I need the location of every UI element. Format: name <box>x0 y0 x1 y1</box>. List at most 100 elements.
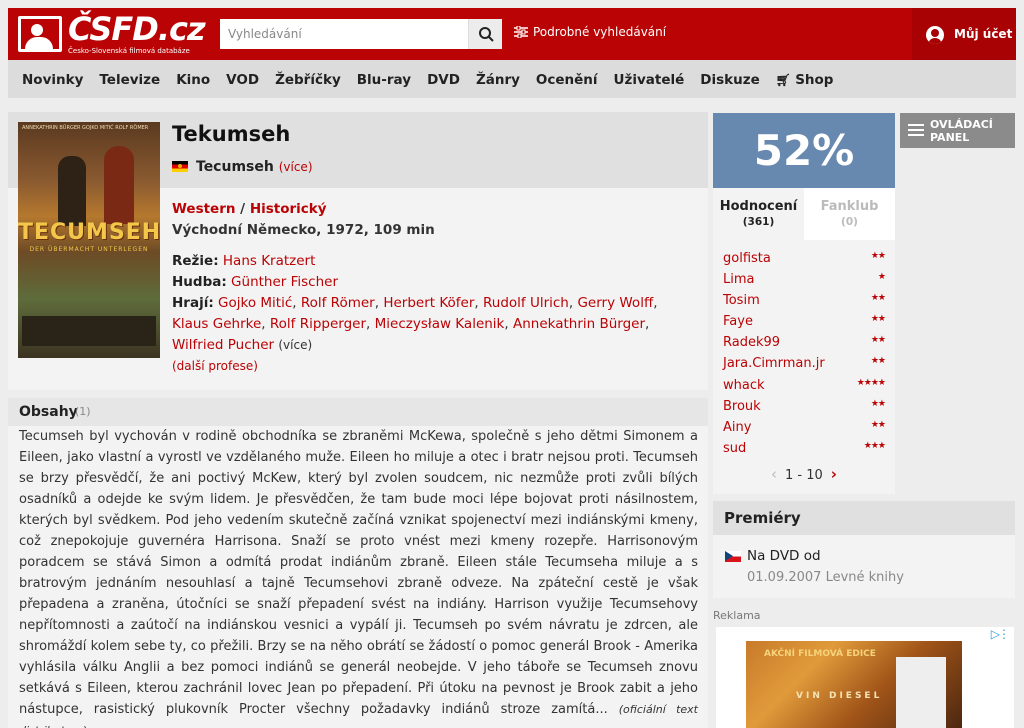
user-link[interactable]: Radek99 <box>723 335 780 350</box>
logo-tagline: Česko-Slovenská filmová databáze <box>68 47 190 55</box>
rating-percent: 52% <box>713 113 895 188</box>
plot-section: Obsahy (1) Tecumseh byl vychován v rodin… <box>8 398 708 728</box>
film-title: Tekumseh <box>172 122 291 146</box>
user-link[interactable]: Brouk <box>723 399 761 414</box>
nav-item-zanry[interactable]: Žánry <box>476 60 520 100</box>
genres: Western / Historický <box>172 201 327 217</box>
rating-tabs: Hodnocení (361) Fanklub (0) <box>713 188 895 240</box>
film-origin: Východní Německo, 1972, 109 min <box>172 222 435 238</box>
chevron-right-icon[interactable]: › <box>831 465 837 483</box>
plot-text-block: Tecumseh byl vychován v rodině obchodník… <box>19 426 698 728</box>
nav-item-zebricky[interactable]: Žebříčky <box>275 60 341 100</box>
genre-link[interactable]: Western <box>172 201 235 217</box>
user-ratings-list: golfista ★★ Lima ★ Tosim ★★ Faye ★★ Radek99 ★… <box>713 249 895 460</box>
nav-item-kino[interactable]: Kino <box>176 60 210 100</box>
user-link[interactable]: Lima <box>723 272 754 287</box>
nav-item-shop[interactable]: 🛒︎ Shop <box>776 60 834 100</box>
nav-item-dvd[interactable]: DVD <box>427 60 460 100</box>
actor-link[interactable]: Rolf Ripperger <box>270 316 366 332</box>
nav-item-novinky[interactable]: Novinky <box>22 60 83 100</box>
search-input[interactable] <box>220 19 468 49</box>
user-link[interactable]: golfista <box>723 251 771 266</box>
tab-fanclub[interactable]: Fanklub (0) <box>804 188 895 240</box>
nav-item-vod[interactable]: VOD <box>226 60 259 100</box>
user-rating-item: sud ★★★ <box>713 439 895 460</box>
nav-item-oceneni[interactable]: Ocenění <box>536 60 598 100</box>
nav-item-bluray[interactable]: Blu-ray <box>357 60 411 100</box>
film-crew: Režie: Hans Kratzert Hudba: Günther Fisc… <box>172 251 662 377</box>
rating-stars: ★★ <box>870 314 886 325</box>
actor-link[interactable]: Rudolf Ulrich <box>483 295 569 311</box>
actor-link[interactable]: Herbert Köfer <box>383 295 474 311</box>
poster-title: TECUMSEH <box>18 220 160 245</box>
german-flag-icon <box>172 161 188 172</box>
user-rating-item: golfista ★★ <box>713 249 895 270</box>
director-link[interactable]: Hans Kratzert <box>223 253 316 269</box>
composer-link[interactable]: Günther Fischer <box>231 274 338 290</box>
rating-stars: ★ <box>877 272 886 283</box>
poster-figure <box>104 146 134 224</box>
user-link[interactable]: Tosim <box>723 293 760 308</box>
search-box <box>220 19 502 49</box>
tab-ratings-label: Hodnocení <box>719 199 798 214</box>
user-rating-item: Tosim ★★ <box>713 291 895 312</box>
tab-ratings[interactable]: Hodnocení (361) <box>713 188 804 240</box>
ratings-pager: ‹ 1 - 10 › <box>713 465 895 483</box>
plot-text: Tecumseh byl vychován v rodině obchodník… <box>19 429 698 717</box>
ad-image: AKČNÍ FILMOVÁ EDICE VIN DIESEL <box>746 641 962 728</box>
ad-options-icon[interactable]: ⋮ <box>998 627 1010 641</box>
plot-title: Obsahy <box>19 404 78 420</box>
user-rating-item: Jara.Cimrman.jr ★★ <box>713 354 895 375</box>
user-link[interactable]: sud <box>723 441 746 456</box>
more-titles-link[interactable]: (více) <box>279 160 313 174</box>
genre-separator: / <box>235 201 250 217</box>
actor-link[interactable]: Gerry Wolff <box>577 295 653 311</box>
ad-text: AKČNÍ FILMOVÁ EDICE <box>764 649 876 659</box>
nav-item-diskuze[interactable]: Diskuze <box>700 60 759 100</box>
user-link[interactable]: Jara.Cimrman.jr <box>723 356 825 371</box>
poster-cast: ANNEKATHRIN BÜRGER GOJKO MITIĆ ROLF RÖME… <box>22 125 149 131</box>
tab-ratings-count: (361) <box>742 216 775 228</box>
ad-actor: VIN DIESEL <box>796 691 883 701</box>
poster-credits <box>22 316 156 346</box>
user-link[interactable]: Ainy <box>723 420 751 435</box>
premiere-date: 01.09.2007 Levné knihy <box>747 570 904 585</box>
csfd-logo[interactable]: ČSFD.cz Česko-Slovenská filmová databáze <box>18 10 206 56</box>
actor-link[interactable]: Wilfried Pucher <box>172 337 274 353</box>
sliders-icon <box>514 26 528 38</box>
more-cast-link[interactable]: (více) <box>278 338 312 352</box>
advertisement[interactable]: AKČNÍ FILMOVÁ EDICE VIN DIESEL ▷ ⋮ <box>716 627 1014 728</box>
premieres-header: Premiéry <box>713 501 1015 535</box>
user-link[interactable]: whack <box>723 378 765 393</box>
more-professions-link[interactable]: (další profese) <box>172 359 258 373</box>
director-label: Režie: <box>172 253 219 269</box>
logo-text: ČSFD.cz <box>68 10 206 48</box>
genre-link[interactable]: Historický <box>250 201 327 217</box>
logo-icon <box>18 16 62 52</box>
actor-link[interactable]: Annekathrin Bürger <box>513 316 645 332</box>
advanced-search-link[interactable]: Podrobné vyhledávání <box>514 25 666 39</box>
actor-link[interactable]: Mieczysław Kalenik <box>375 316 505 332</box>
search-icon <box>479 27 494 42</box>
actor-link[interactable]: Gojko Mitić <box>218 295 292 311</box>
rating-stars: ★★★★ <box>856 377 886 388</box>
chevron-left-icon[interactable]: ‹ <box>771 465 777 483</box>
music-row: Hudba: Günther Fischer <box>172 272 662 293</box>
film-poster[interactable]: ANNEKATHRIN BÜRGER GOJKO MITIĆ ROLF RÖME… <box>18 122 160 358</box>
account-button[interactable]: Můj účet <box>912 8 1016 60</box>
ad-dvd-box <box>896 657 946 728</box>
nav-item-televize[interactable]: Televize <box>99 60 160 100</box>
actor-link[interactable]: Klaus Gehrke <box>172 316 261 332</box>
actor-link[interactable]: Rolf Römer <box>301 295 375 311</box>
search-button[interactable] <box>468 19 502 49</box>
user-link[interactable]: Faye <box>723 314 753 329</box>
rating-stars: ★★ <box>870 335 886 346</box>
director-row: Režie: Hans Kratzert <box>172 251 662 272</box>
control-panel-button[interactable]: OVLÁDACÍ PANEL <box>900 113 1015 148</box>
rating-stars: ★★★ <box>863 440 886 451</box>
film-info-box: ANNEKATHRIN BÜRGER GOJKO MITIĆ ROLF RÖME… <box>8 112 708 390</box>
rating-box: 52% Hodnocení (361) Fanklub (0) golfista… <box>713 113 895 494</box>
ad-label: Reklama <box>713 609 761 622</box>
user-rating-item: Lima ★ <box>713 270 895 291</box>
nav-item-uzivatele[interactable]: Uživatelé <box>614 60 685 100</box>
